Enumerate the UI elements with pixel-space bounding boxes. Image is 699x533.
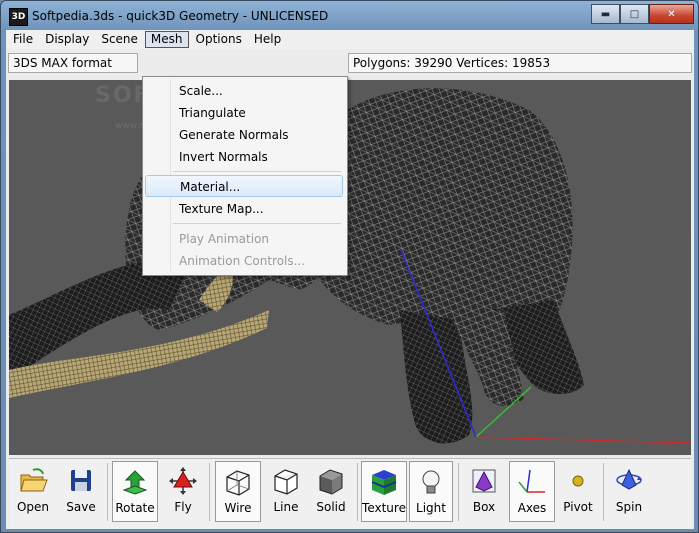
rotate-label: Rotate — [115, 501, 155, 515]
app-window: 3D Softpedia.3ds - quick3D Geometry - UN… — [0, 0, 699, 533]
menu-item-invert-normals[interactable]: Invert Normals — [145, 146, 343, 168]
texture-cube-icon — [371, 470, 397, 495]
texture-button[interactable]: Texture — [361, 461, 407, 522]
x-axis-line — [475, 436, 691, 444]
save-label: Save — [66, 500, 96, 514]
open-label: Open — [16, 500, 50, 514]
floppy-disk-icon — [71, 470, 91, 491]
spin-icon — [616, 468, 642, 490]
solid-label: Solid — [316, 500, 346, 514]
bounding-box-icon — [472, 469, 496, 493]
box-label: Box — [472, 500, 496, 514]
wire-label: Wire — [224, 501, 252, 515]
axes-icon — [518, 469, 545, 493]
menu-item-play-animation: Play Animation — [179, 232, 270, 246]
elephant-wireframe-model: SOFTPEDIA www.softpedia.com — [9, 83, 691, 444]
mesh-menu-dropdown: Scale... Triangulate Generate Normals In… — [142, 76, 348, 276]
menu-separator — [173, 223, 341, 224]
mesh-stats-field: Polygons: 39290 Vertices: 19853 — [348, 53, 692, 73]
toolbar-separator — [107, 463, 108, 521]
rotate-button[interactable]: Rotate — [112, 461, 158, 522]
pivot-button[interactable]: Pivot — [556, 461, 600, 522]
title-bar[interactable]: 3D Softpedia.3ds - quick3D Geometry - UN… — [1, 1, 698, 30]
minimize-icon[interactable]: ▬ — [591, 4, 620, 24]
client-area: File Display Scene Mesh Options Help 3DS… — [6, 30, 694, 529]
window-controls: ▬ □ ✕ — [591, 4, 694, 24]
menu-item-animation-controls: Animation Controls... — [179, 254, 306, 268]
menu-bar: File Display Scene Mesh Options Help — [6, 30, 694, 49]
line-cube-icon — [274, 469, 298, 495]
menu-file[interactable]: File — [8, 31, 38, 48]
solid-cube-icon — [319, 469, 343, 495]
menu-item-material[interactable]: Material... — [145, 175, 343, 197]
toolbar-separator — [357, 463, 358, 521]
menu-scene[interactable]: Scene — [96, 31, 143, 48]
folder-open-icon — [20, 468, 48, 492]
menu-mesh[interactable]: Mesh — [144, 31, 189, 48]
pivot-icon — [572, 475, 584, 487]
toolbar-separator — [458, 463, 459, 521]
fly-button[interactable]: Fly — [161, 461, 205, 522]
format-field: 3DS MAX format — [8, 53, 138, 73]
wire-cube-icon — [226, 470, 250, 496]
rotate-icon — [122, 470, 148, 495]
light-label: Light — [416, 501, 446, 515]
menu-item-texture-map[interactable]: Texture Map... — [145, 198, 343, 220]
menu-separator — [173, 171, 341, 172]
light-button[interactable]: Light — [409, 461, 453, 522]
info-bar: 3DS MAX format Polygons: 39290 Vertices:… — [6, 51, 694, 77]
pivot-label: Pivot — [563, 500, 593, 514]
open-button[interactable]: Open — [11, 461, 55, 522]
fly-icon — [169, 467, 197, 495]
menu-help[interactable]: Help — [249, 31, 286, 48]
menu-item-generate-normals[interactable]: Generate Normals — [145, 124, 343, 146]
menu-item-scale[interactable]: Scale... — [145, 80, 343, 102]
menu-options[interactable]: Options — [191, 31, 247, 48]
close-icon[interactable]: ✕ — [649, 4, 694, 24]
spin-button[interactable]: Spin — [607, 461, 651, 522]
axes-button[interactable]: Axes — [509, 461, 555, 522]
toolbar-separator — [209, 463, 210, 521]
wire-button[interactable]: Wire — [215, 461, 261, 522]
menu-display[interactable]: Display — [40, 31, 94, 48]
line-label: Line — [273, 500, 299, 514]
menu-item-triangulate[interactable]: Triangulate — [145, 102, 343, 124]
window-title: Softpedia.3ds - quick3D Geometry - UNLIC… — [32, 9, 329, 23]
axes-label: Axes — [517, 501, 547, 515]
toolbar: Open Save Rotate Fly Wire Line Solid Tex… — [9, 458, 691, 529]
texture-label: Texture — [362, 501, 406, 515]
light-bulb-icon — [422, 470, 440, 494]
fly-label: Fly — [174, 500, 192, 514]
solid-button[interactable]: Solid — [309, 461, 353, 522]
toolbar-separator — [603, 463, 604, 521]
app-icon[interactable]: 3D — [9, 8, 28, 26]
maximize-icon[interactable]: □ — [620, 4, 649, 24]
spin-label: Spin — [615, 500, 643, 514]
save-button[interactable]: Save — [59, 461, 103, 522]
3d-viewport[interactable]: SOFTPEDIA www.softpedia.com — [9, 80, 691, 455]
box-button[interactable]: Box — [461, 461, 507, 522]
line-button[interactable]: Line — [264, 461, 308, 522]
